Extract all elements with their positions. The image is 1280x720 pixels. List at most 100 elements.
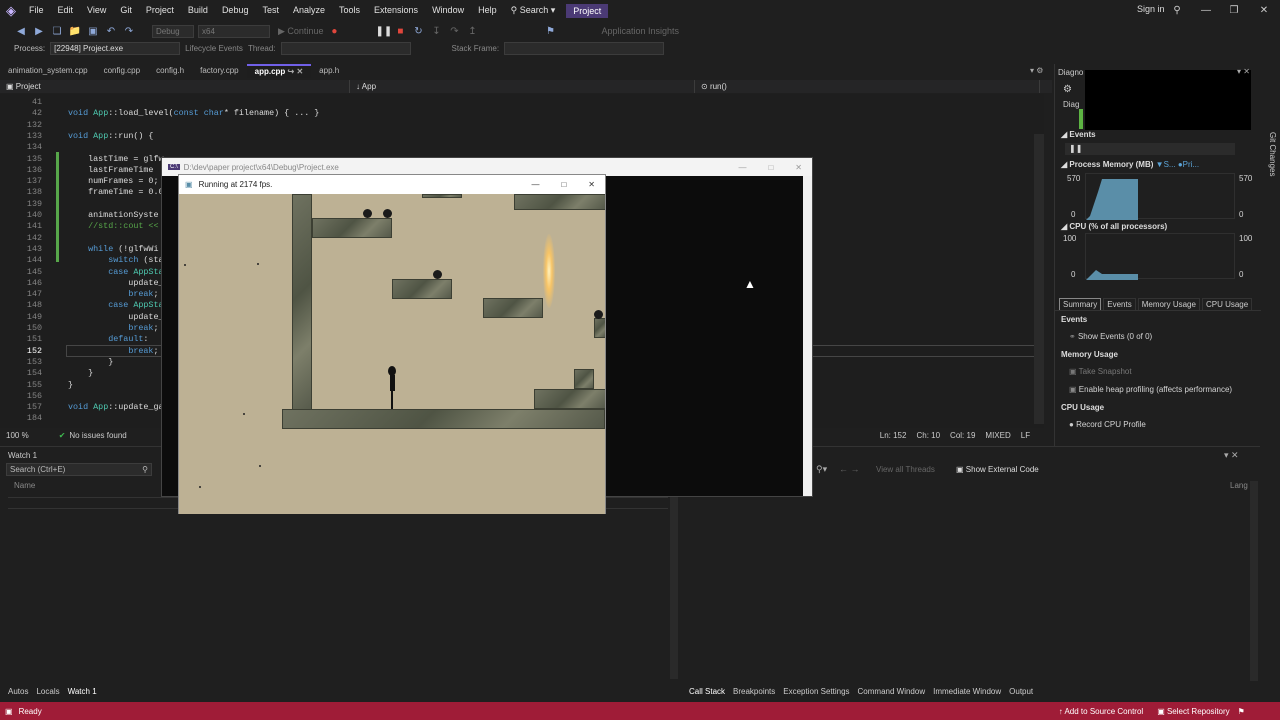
game-window[interactable]: ▣ Running at 2174 fps. — □ ✕ <box>178 174 606 514</box>
lifecycle-events-button[interactable]: Lifecycle Events <box>185 44 243 53</box>
menu-edit[interactable]: Edit <box>51 0 81 21</box>
tab-exception-settings[interactable]: Exception Settings <box>783 687 849 696</box>
hot-reload-icon[interactable]: ● <box>327 26 341 37</box>
project-badge[interactable]: Project <box>566 3 609 18</box>
step-over-icon[interactable]: ↷ <box>447 26 461 37</box>
tab-call-stack[interactable]: Call Stack <box>689 687 725 696</box>
tab-factory-cpp[interactable]: factory.cpp <box>192 64 247 78</box>
code-line[interactable]: 133 void App::run() { <box>0 131 1034 142</box>
account-icon[interactable]: ⚲ <box>1163 0 1191 21</box>
nav-arrows-icon[interactable]: ← → <box>839 464 860 474</box>
close-icon[interactable]: ✕ <box>588 180 595 189</box>
callstack-scrollbar[interactable] <box>1250 481 1258 681</box>
settings-gear-icon[interactable]: ⚙ <box>1063 84 1072 95</box>
select-repository-button[interactable]: ▣ Select Repository <box>1157 707 1229 716</box>
menu-debug[interactable]: Debug <box>215 0 256 21</box>
tab-overflow-icon[interactable]: ▾ ⚙ <box>1030 66 1043 75</box>
add-to-source-control-button[interactable]: ↑ Add to Source Control <box>1059 707 1144 716</box>
tab-watch-1[interactable]: Watch 1 <box>68 687 97 696</box>
step-into-icon[interactable]: ↧ <box>429 26 443 37</box>
minimize-icon[interactable]: — <box>531 180 539 189</box>
close-icon[interactable]: ✕ <box>795 163 802 172</box>
tab-app-cpp[interactable]: app.cpp ↪ ✕ <box>246 64 312 78</box>
panel-options-icon[interactable]: ▾ ✕ <box>1224 450 1239 461</box>
continue-button[interactable]: ▶ Continue <box>278 26 323 37</box>
cpu-section-header[interactable]: ◢ CPU (% of all processors) <box>1061 222 1167 231</box>
search-icon[interactable]: ⚲▾ <box>816 464 827 475</box>
save-icon[interactable]: ▣ <box>86 26 100 37</box>
search-icon[interactable]: ⚲ <box>142 464 151 475</box>
tab-animation-system-cpp[interactable]: animation_system.cpp <box>0 64 96 78</box>
code-line[interactable]: 41 <box>0 97 1034 108</box>
diag-panel-options-icon[interactable]: ▾ ✕ <box>1237 67 1250 76</box>
minimize-icon[interactable]: — <box>738 163 746 172</box>
redo-icon[interactable]: ↷ <box>122 26 136 37</box>
search-menu[interactable]: ⚲ Search ▾ <box>504 0 563 21</box>
game-viewport[interactable] <box>179 194 605 514</box>
thread-select[interactable] <box>280 42 411 55</box>
platform-select[interactable]: x64 <box>198 24 270 38</box>
issues-status[interactable]: No issues found <box>69 431 126 440</box>
timeline-ruler[interactable] <box>1085 70 1251 130</box>
tab-config-cpp[interactable]: config.cpp <box>96 64 148 78</box>
process-select[interactable]: [22948] Project.exe <box>50 42 181 55</box>
maximize-icon[interactable]: □ <box>561 180 566 189</box>
watch-search-input[interactable]: Search (Ctrl+E) ⚲ <box>6 463 152 476</box>
notifications-icon[interactable]: ⚑ <box>1238 707 1245 716</box>
sign-in-link[interactable]: Sign in <box>1137 4 1165 14</box>
tab-app-h[interactable]: app.h <box>311 64 347 78</box>
minimize-icon[interactable]: — <box>1192 0 1220 21</box>
back-icon[interactable]: ◀ <box>14 26 28 37</box>
tab-locals[interactable]: Locals <box>36 687 59 696</box>
pause-events-icon[interactable]: ❚❚ <box>1069 144 1082 153</box>
member-nav-dropdown[interactable]: ⊙ run() <box>695 80 1040 93</box>
tab-config-h[interactable]: config.h <box>148 64 192 78</box>
open-icon[interactable]: 📁 <box>68 26 82 37</box>
tab-autos[interactable]: Autos <box>8 687 28 696</box>
game-titlebar[interactable]: ▣ Running at 2174 fps. — □ ✕ <box>179 175 605 194</box>
menu-analyze[interactable]: Analyze <box>286 0 332 21</box>
pause-icon[interactable]: ❚❚ <box>375 26 392 37</box>
restart-icon[interactable]: ↻ <box>411 26 425 37</box>
console-scrollbar[interactable] <box>803 176 812 496</box>
code-line[interactable]: 42 void App::load_level(const char* filen… <box>0 108 1034 119</box>
cpu-graph[interactable] <box>1085 233 1235 280</box>
menu-help[interactable]: Help <box>471 0 504 21</box>
config-select[interactable]: Debug <box>152 24 194 38</box>
code-line[interactable]: 134 <box>0 142 1034 153</box>
tab-breakpoints[interactable]: Breakpoints <box>733 687 775 696</box>
code-line[interactable]: 132 <box>0 120 1034 131</box>
stack-frame-select[interactable] <box>504 42 665 55</box>
project-nav-dropdown[interactable]: ▣ Project <box>0 80 350 93</box>
tab-close-icon[interactable]: ↪ ✕ <box>285 67 304 76</box>
step-out-icon[interactable]: ↥ <box>465 26 479 37</box>
undo-icon[interactable]: ↶ <box>104 26 118 37</box>
tab-command-window[interactable]: Command Window <box>858 687 926 696</box>
zoom-level[interactable]: 100 % <box>6 431 29 440</box>
menu-test[interactable]: Test <box>255 0 286 21</box>
watch-scrollbar[interactable] <box>670 497 678 679</box>
scope-nav-dropdown[interactable]: ↓ App <box>350 80 695 93</box>
line-ending[interactable]: LF <box>1021 431 1030 440</box>
forward-icon[interactable]: ▶ <box>32 26 46 37</box>
restore-icon[interactable]: ❐ <box>1220 0 1248 21</box>
heap-profiling-checkbox[interactable]: ▣ Enable heap profiling (affects perform… <box>1069 385 1232 394</box>
memory-graph[interactable] <box>1085 173 1235 220</box>
menu-window[interactable]: Window <box>425 0 471 21</box>
menu-file[interactable]: File <box>22 0 51 21</box>
process-memory-header[interactable]: ◢ Process Memory (MB) ▼S... ●Pri... <box>1061 160 1199 169</box>
tab-output[interactable]: Output <box>1009 687 1033 696</box>
menu-git[interactable]: Git <box>113 0 139 21</box>
new-file-icon[interactable]: ❏ <box>50 26 64 37</box>
menu-project[interactable]: Project <box>139 0 181 21</box>
menu-tools[interactable]: Tools <box>332 0 367 21</box>
take-snapshot-button[interactable]: ▣ Take Snapshot <box>1069 367 1132 376</box>
editor-scrollbar[interactable] <box>1034 134 1044 424</box>
encoding-mode[interactable]: MIXED <box>985 431 1010 440</box>
events-track[interactable] <box>1065 143 1235 155</box>
bookmark-icon[interactable]: ⚑ <box>543 26 557 37</box>
visual-studio-logo-icon[interactable]: ◈ <box>0 0 22 21</box>
show-external-code-button[interactable]: ▣ Show External Code <box>956 465 1039 474</box>
show-events-link[interactable]: ⚭ Show Events (0 of 0) <box>1069 332 1152 341</box>
record-cpu-profile-button[interactable]: ● Record CPU Profile <box>1069 420 1146 429</box>
